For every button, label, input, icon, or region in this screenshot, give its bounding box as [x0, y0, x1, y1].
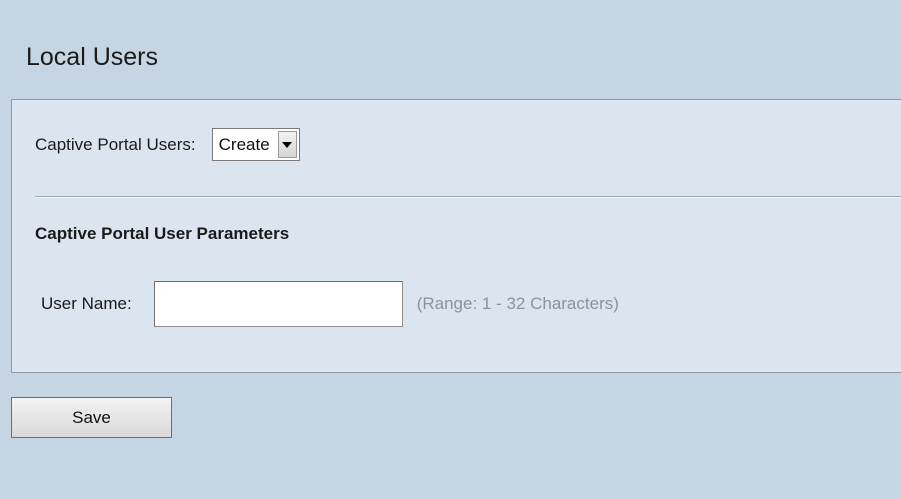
captive-portal-users-select-value: Create	[218, 134, 270, 154]
section-title: Captive Portal User Parameters	[35, 224, 290, 243]
user-name-range-hint: (Range: 1 - 32 Characters)	[416, 294, 619, 313]
captive-portal-users-select[interactable]: Create	[211, 128, 300, 161]
dropdown-arrow-button[interactable]	[277, 131, 297, 158]
chevron-down-icon	[282, 141, 293, 148]
page-title: Local Users	[26, 43, 158, 71]
save-button[interactable]: Save	[11, 397, 172, 438]
local-users-panel: Captive Portal Users: Create Captive Por…	[11, 99, 901, 373]
section-divider	[35, 196, 901, 198]
captive-portal-users-row: Captive Portal Users: Create	[35, 128, 300, 161]
user-name-label: User Name:	[41, 294, 132, 313]
user-name-row: User Name: (Range: 1 - 32 Characters)	[41, 281, 619, 327]
captive-portal-users-label: Captive Portal Users:	[35, 134, 196, 154]
user-name-input[interactable]	[153, 281, 403, 327]
